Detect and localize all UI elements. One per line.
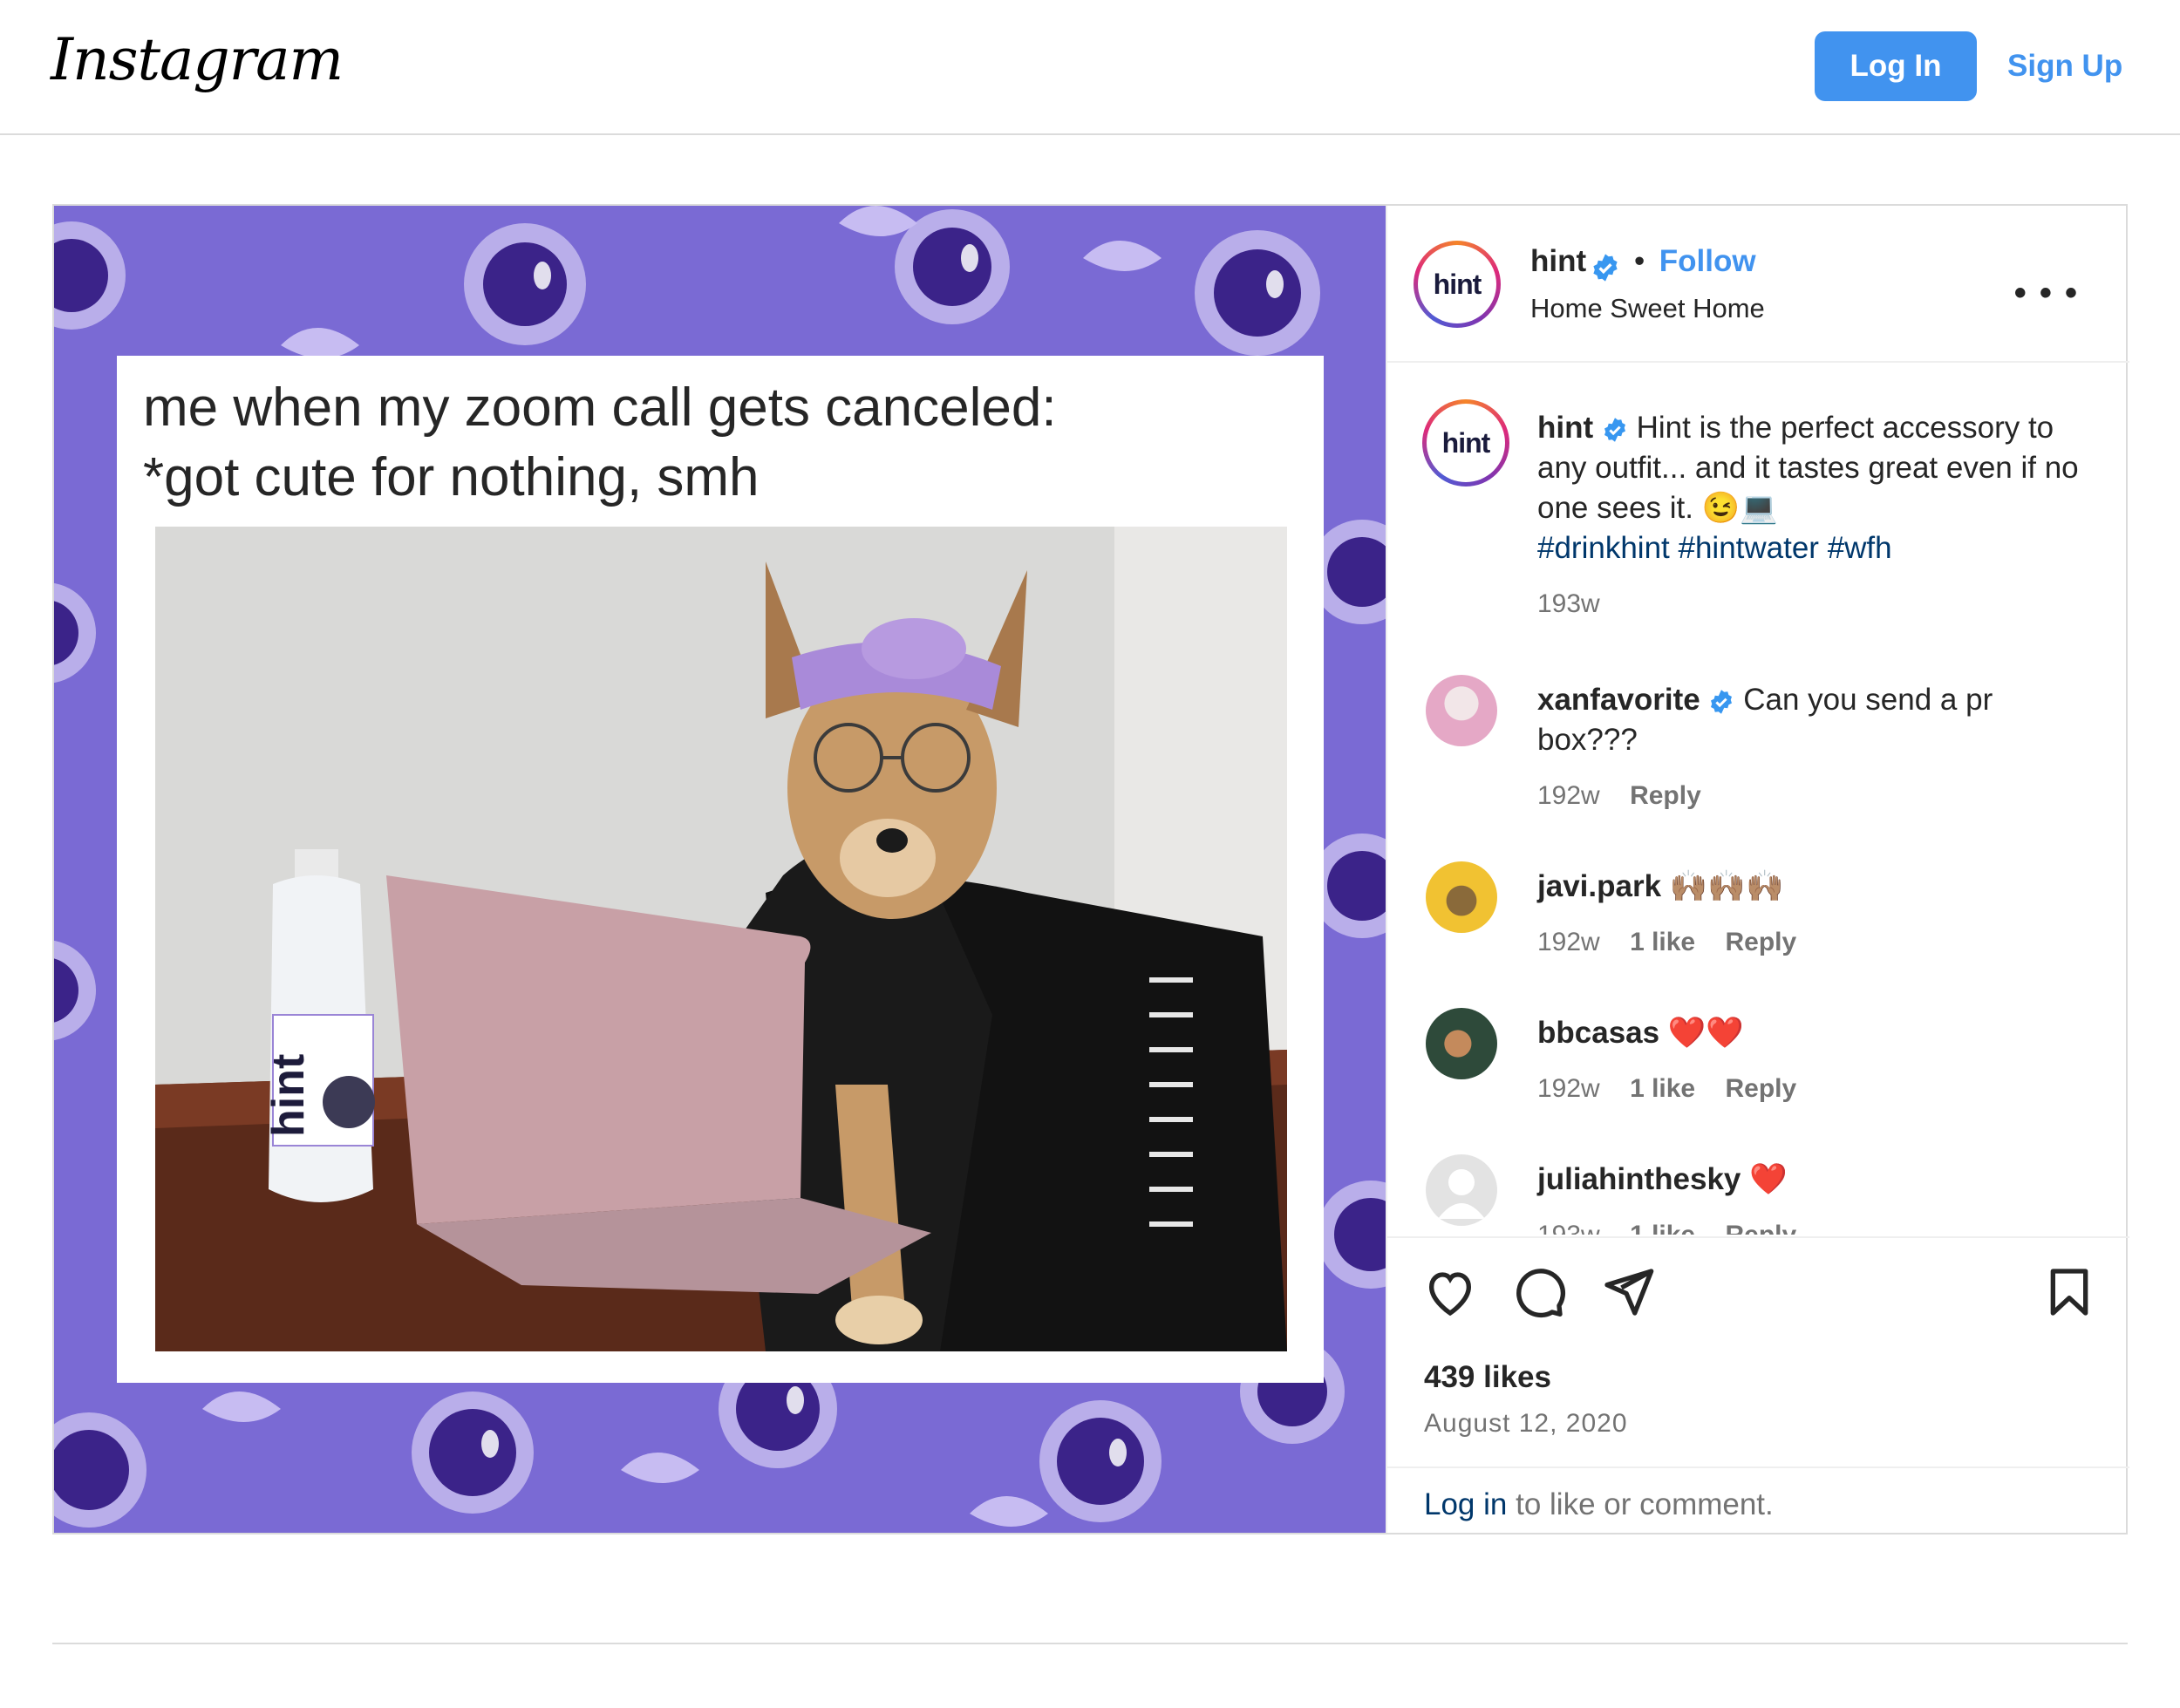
comment-time: 192w: [1537, 1074, 1600, 1103]
post-date[interactable]: August 12, 2020: [1424, 1409, 1628, 1439]
separator-dot: •: [1634, 244, 1645, 278]
comment-time: 193w: [1537, 589, 1600, 618]
dog-at-laptop-illustration: hint: [155, 527, 1287, 1351]
comment-username[interactable]: javi.park: [1537, 869, 1661, 903]
comment-likes[interactable]: 1 like: [1630, 1074, 1695, 1103]
commenter-avatar[interactable]: [1426, 861, 1497, 933]
comment-meta: 192w 1 like Reply: [1537, 922, 2095, 963]
login-prompt-text: to like or comment.: [1507, 1487, 1774, 1521]
comment-text: ❤️❤️: [1667, 1016, 1744, 1050]
likes-count[interactable]: 439 likes: [1424, 1360, 1551, 1395]
meme-caption: me when my zoom call gets canceled: *got…: [143, 378, 1057, 507]
verified-badge-icon: [1711, 690, 1733, 714]
login-prompt: Log in to like or comment.: [1387, 1466, 2129, 1536]
post-sidebar: hint hint • Follow Home Sweet Home • • •…: [1386, 206, 2129, 1533]
comment-meta: 193w 1 like Reply: [1537, 1215, 2095, 1235]
login-link[interactable]: Log in: [1424, 1487, 1507, 1521]
default-avatar-icon: [1438, 1169, 1485, 1219]
footer-divider: [52, 1643, 2128, 1644]
verified-badge-icon: [1604, 418, 1625, 442]
comment-text: 🙌🏽🙌🏽🙌🏽: [1669, 869, 1784, 903]
login-button[interactable]: Log In: [1815, 31, 1977, 101]
commenter-avatar[interactable]: [1426, 1154, 1497, 1226]
meme-photo: hint: [155, 527, 1287, 1351]
location-label[interactable]: Home Sweet Home: [1530, 293, 1765, 324]
comment-meta: 192w 1 like Reply: [1537, 1069, 2095, 1109]
more-options-icon[interactable]: • • •: [2014, 274, 2079, 313]
bottle-label: hint: [263, 1054, 314, 1137]
comment-time: 193w: [1537, 1221, 1600, 1235]
comment-likes[interactable]: 1 like: [1630, 928, 1695, 956]
author-avatar[interactable]: hint: [1414, 241, 1501, 328]
comment-username[interactable]: xanfavorite: [1537, 683, 1700, 717]
post-header: hint hint • Follow Home Sweet Home • • •: [1387, 206, 2129, 363]
comment-meta: 192w Reply: [1537, 776, 2095, 816]
reply-button[interactable]: Reply: [1725, 928, 1796, 956]
comments-list: hint hint Hint is the perfect accessory …: [1387, 363, 2129, 1235]
comment-time: 192w: [1537, 928, 1600, 956]
reply-button[interactable]: Reply: [1725, 1074, 1796, 1103]
author-username[interactable]: hint: [1530, 244, 1586, 278]
commenter-avatar[interactable]: [1426, 675, 1497, 746]
signup-button[interactable]: Sign Up: [2007, 31, 2122, 101]
post-actions: 439 likes August 12, 2020 Log in to like…: [1387, 1236, 2129, 1534]
author-avatar-small[interactable]: hint: [1422, 399, 1509, 487]
author-avatar-text: hint: [1418, 245, 1496, 323]
comment-username[interactable]: juliahinthesky: [1537, 1162, 1741, 1196]
top-bar: Instagram Log In Sign Up: [0, 0, 2180, 135]
comment-likes[interactable]: 1 like: [1630, 1221, 1695, 1235]
meme-card: me when my zoom call gets canceled: *got…: [117, 356, 1324, 1383]
comment-username[interactable]: bbcasas: [1537, 1016, 1659, 1050]
comment-time: 192w: [1537, 781, 1600, 810]
comment-icon[interactable]: [1511, 1264, 1567, 1320]
comment-text: ❤️: [1749, 1162, 1788, 1196]
post-card: me when my zoom call gets canceled: *got…: [52, 204, 2129, 1534]
bookmark-icon[interactable]: [2041, 1264, 2097, 1320]
verified-badge-icon: [1592, 254, 1618, 282]
hashtags[interactable]: #drinkhint #hintwater #wfh: [1537, 531, 1892, 565]
instagram-logo[interactable]: Instagram: [51, 26, 344, 93]
reply-button[interactable]: Reply: [1630, 781, 1701, 810]
comment-meta: 193w: [1537, 584, 2095, 624]
share-icon[interactable]: [1600, 1264, 1656, 1320]
heart-icon[interactable]: [1422, 1264, 1478, 1320]
author-avatar-text: hint: [1427, 404, 1505, 482]
follow-button[interactable]: Follow: [1659, 244, 1756, 278]
commenter-avatar[interactable]: [1426, 1008, 1497, 1079]
reply-button[interactable]: Reply: [1725, 1221, 1796, 1235]
comment-username[interactable]: hint: [1537, 411, 1593, 445]
post-media[interactable]: me when my zoom call gets canceled: *got…: [54, 206, 1386, 1533]
